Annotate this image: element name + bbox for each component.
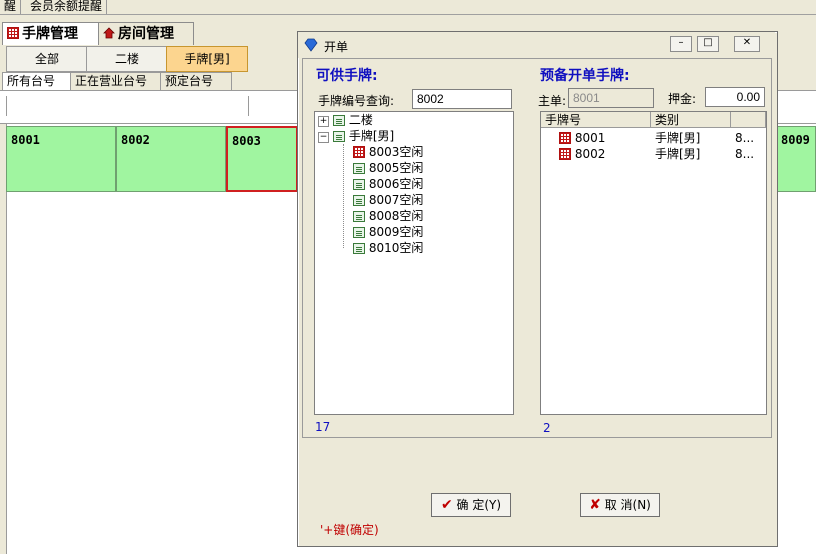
- divider: [0, 14, 816, 15]
- column-header-extra[interactable]: [731, 112, 766, 128]
- available-cards-heading: 可供手牌:: [316, 68, 378, 84]
- category-all-button[interactable]: 全部: [6, 46, 88, 72]
- divider: [248, 96, 249, 116]
- tree-node-8003[interactable]: 8003空闲: [353, 144, 423, 160]
- tree-node-male-cards[interactable]: 手牌[男]: [333, 128, 394, 144]
- doc-icon: [333, 131, 345, 142]
- deposit-input[interactable]: [705, 87, 765, 107]
- doc-icon: [353, 179, 365, 190]
- grid-icon: [353, 146, 365, 158]
- prepared-count: 2: [543, 421, 551, 435]
- collapse-icon[interactable]: −: [318, 132, 329, 143]
- card-8002[interactable]: 8002: [116, 126, 226, 192]
- table-cell-type: 手牌[男]: [655, 147, 701, 161]
- divider: [6, 96, 7, 116]
- doc-icon: [333, 115, 345, 126]
- minimize-button[interactable]: –: [670, 36, 692, 52]
- master-order-field: [568, 88, 654, 108]
- grid-icon: [559, 132, 571, 144]
- house-icon: [103, 27, 115, 39]
- table-cell-extra: 8...: [735, 131, 755, 145]
- maximize-icon: □: [703, 37, 713, 48]
- dialog-title: 开单: [324, 40, 349, 54]
- tree-node-8007[interactable]: 8007空闲: [353, 192, 423, 208]
- column-header-type[interactable]: 类别: [651, 112, 731, 128]
- table-row[interactable]: 8002: [559, 146, 605, 162]
- table-cell-type: 手牌[男]: [655, 131, 701, 145]
- expand-icon[interactable]: +: [318, 116, 329, 127]
- tree-node-8006[interactable]: 8006空闲: [353, 176, 423, 192]
- cross-icon: ✘: [589, 497, 601, 513]
- tree-node-8008[interactable]: 8008空闲: [353, 208, 423, 224]
- grid-icon: [559, 148, 571, 160]
- confirm-button[interactable]: ✔ 确 定(Y): [431, 493, 511, 517]
- dialog-title-bar[interactable]: 开单 – □ ✕: [298, 32, 775, 58]
- cancel-button[interactable]: ✘ 取 消(N): [580, 493, 660, 517]
- tab-room-management[interactable]: 房间管理: [98, 22, 194, 45]
- tab-card-management[interactable]: 手牌管理: [2, 22, 102, 45]
- doc-icon: [353, 195, 365, 206]
- master-label: 主单:: [538, 94, 567, 108]
- card-8003[interactable]: 8003: [226, 126, 298, 192]
- tab-all-tables[interactable]: 所有台号: [2, 72, 78, 90]
- card-8009[interactable]: 8009: [776, 126, 816, 192]
- category-floor2-button[interactable]: 二楼: [86, 46, 168, 72]
- close-button[interactable]: ✕: [734, 36, 760, 52]
- doc-icon: [353, 243, 365, 254]
- maximize-button[interactable]: □: [697, 36, 719, 52]
- tree-node-8009[interactable]: 8009空闲: [353, 224, 423, 240]
- grid-icon: [7, 27, 19, 39]
- prepared-cards-list[interactable]: 手牌号 类别 8001 手牌[男] 8... 8002 手牌[男] 8...: [540, 111, 767, 415]
- tree-node-8005[interactable]: 8005空闲: [353, 160, 423, 176]
- tree-node-floor2[interactable]: 二楼: [333, 112, 373, 128]
- shortcut-hint: '+键(确定): [320, 523, 379, 537]
- close-icon: ✕: [742, 37, 752, 48]
- tree-node-8010[interactable]: 8010空闲: [353, 240, 423, 256]
- doc-icon: [353, 211, 365, 222]
- top-tab-member-balance[interactable]: 会员余额提醒: [26, 0, 108, 14]
- prepared-cards-heading: 预备开单手牌:: [540, 68, 630, 84]
- card-query-input[interactable]: [412, 89, 512, 109]
- doc-icon: [353, 163, 365, 174]
- available-cards-tree[interactable]: + 二楼 − 手牌[男] 8003空闲 8005空闲 8006空闲 8007空闲…: [314, 111, 514, 415]
- deposit-label: 押金:: [668, 92, 697, 106]
- tree-line: [343, 144, 344, 248]
- tab-reserved-tables[interactable]: 预定台号: [160, 72, 232, 90]
- table-cell-extra: 8...: [735, 147, 755, 161]
- query-label: 手牌编号查询:: [318, 94, 395, 108]
- table-row[interactable]: 8001: [559, 130, 605, 146]
- tab-open-tables[interactable]: 正在营业台号: [70, 72, 166, 90]
- open-order-dialog: 开单 – □ ✕ 可供手牌: 手牌编号查询: + 二楼 − 手牌[男] 8003…: [297, 31, 778, 547]
- minimize-icon: –: [678, 37, 684, 48]
- check-icon: ✔: [440, 497, 453, 513]
- category-male-card-button[interactable]: 手牌[男]: [166, 46, 248, 72]
- card-8001[interactable]: 8001: [6, 126, 116, 192]
- doc-icon: [353, 227, 365, 238]
- column-header-card-no[interactable]: 手牌号: [541, 112, 651, 128]
- app-icon: [304, 38, 318, 52]
- top-tab-reminder[interactable]: 醒: [0, 0, 22, 14]
- available-count: 17: [315, 420, 331, 434]
